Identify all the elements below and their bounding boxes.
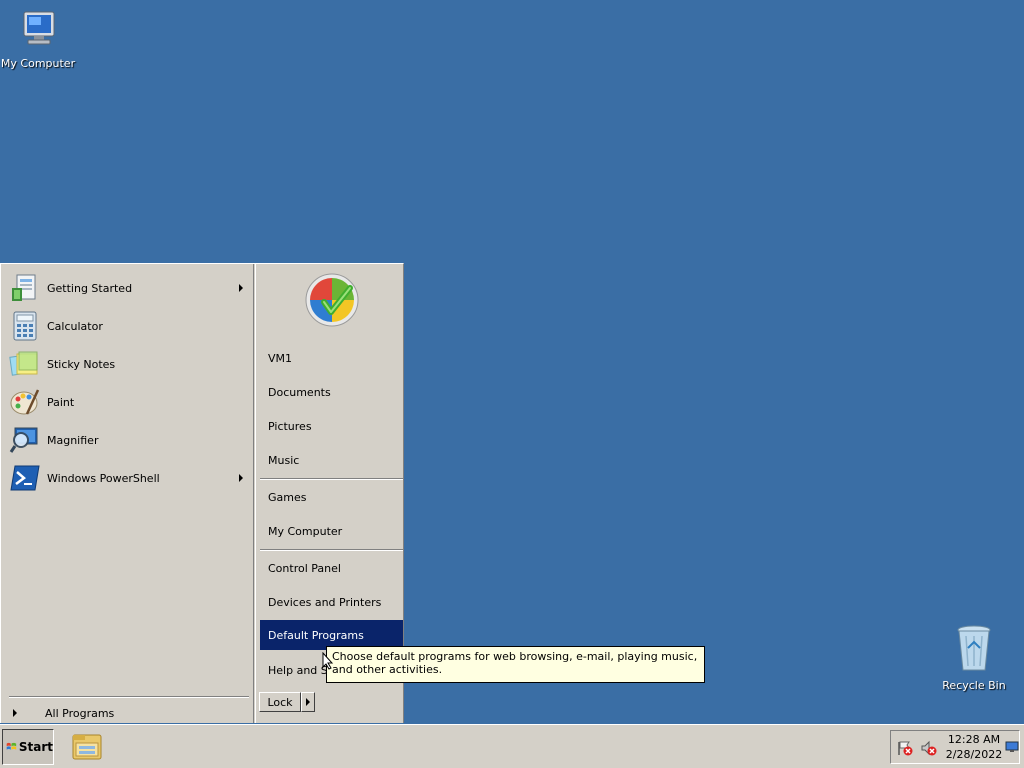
program-paint[interactable]: Paint (9, 384, 251, 420)
place-label: Control Panel (268, 561, 341, 575)
submenu-arrow-icon (239, 474, 243, 482)
chevron-right-icon (306, 698, 310, 706)
tooltip-text: Choose default programs for web browsing… (332, 650, 698, 676)
place-label: Pictures (268, 419, 312, 433)
desktop-icon-recycle-bin[interactable]: Recycle Bin (934, 624, 1014, 692)
place-music[interactable]: Music (260, 445, 403, 475)
place-label: Devices and Printers (268, 595, 382, 609)
desktop-icon-my-computer[interactable]: My Computer (0, 8, 78, 70)
lock-button-group: Lock (259, 692, 315, 714)
recycle-bin-icon (957, 625, 991, 671)
clock-date[interactable]: 2/28/2022 (945, 748, 1003, 761)
place-devices-and-printers[interactable]: Devices and Printers (260, 587, 403, 617)
program-label: Calculator (47, 319, 103, 333)
taskbar: Start 12:28 AM 2/28/2022 (0, 724, 1024, 768)
getting-started-icon (12, 274, 36, 301)
windows-explorer-icon[interactable] (70, 731, 104, 763)
tooltip: Choose default programs for web browsing… (326, 646, 705, 683)
all-programs-arrow-icon (13, 709, 17, 717)
place-control-panel[interactable]: Control Panel (260, 553, 403, 583)
place-label: Music (268, 453, 300, 467)
desktop-icon-label: My Computer (0, 57, 76, 70)
start-button[interactable]: Start (2, 729, 54, 765)
separator (260, 478, 403, 480)
sticky-notes-icon (9, 351, 38, 376)
all-programs-button[interactable]: All Programs (9, 704, 249, 722)
separator (9, 696, 249, 698)
shutdown-options-button[interactable] (301, 692, 315, 712)
place-label: Default Programs (268, 628, 364, 642)
program-label: Sticky Notes (47, 357, 116, 371)
system-tray: 12:28 AM 2/28/2022 (890, 730, 1020, 764)
all-programs-label: All Programs (45, 706, 115, 720)
place-label: My Computer (268, 524, 343, 538)
windows-logo-icon (6, 742, 17, 750)
lock-button[interactable]: Lock (259, 692, 301, 712)
program-label: Getting Started (47, 281, 133, 295)
program-windows-powershell[interactable]: Windows PowerShell (9, 460, 251, 496)
powershell-icon (10, 465, 40, 491)
place-label: Documents (268, 385, 331, 399)
program-magnifier[interactable]: Magnifier (9, 422, 251, 458)
mouse-cursor-icon (322, 652, 334, 670)
desktop-icon-label: Recycle Bin (942, 679, 1006, 692)
program-label: Windows PowerShell (47, 471, 160, 485)
computer-icon (23, 11, 55, 45)
place-games[interactable]: Games (260, 482, 403, 512)
clock-time[interactable]: 12:28 AM (947, 733, 1001, 746)
start-label: Start (18, 740, 53, 754)
program-calculator[interactable]: Calculator (9, 308, 251, 344)
separator (260, 549, 403, 551)
place-documents[interactable]: Documents (260, 377, 403, 407)
program-label: Paint (47, 395, 75, 409)
volume-muted-icon[interactable] (921, 740, 937, 756)
magnifier-icon (9, 427, 38, 453)
paint-icon (10, 389, 40, 415)
submenu-arrow-icon (239, 284, 243, 292)
lock-label: Lock (267, 695, 293, 709)
program-label: Magnifier (47, 433, 99, 447)
calculator-icon (13, 311, 37, 341)
place-label: VM1 (268, 351, 293, 365)
place-label: Games (268, 490, 307, 504)
network-icon[interactable] (1005, 741, 1019, 753)
place-my-computer[interactable]: My Computer (260, 516, 403, 546)
start-menu-programs-pane: Getting Started Calculator Sticky Notes … (1, 264, 254, 723)
action-center-flag-icon[interactable] (897, 740, 913, 756)
place-pictures[interactable]: Pictures (260, 411, 403, 441)
program-sticky-notes[interactable]: Sticky Notes (9, 346, 251, 382)
place-vm1[interactable]: VM1 (260, 343, 403, 373)
user-logo-icon (305, 273, 359, 327)
program-getting-started[interactable]: Getting Started (9, 270, 251, 306)
